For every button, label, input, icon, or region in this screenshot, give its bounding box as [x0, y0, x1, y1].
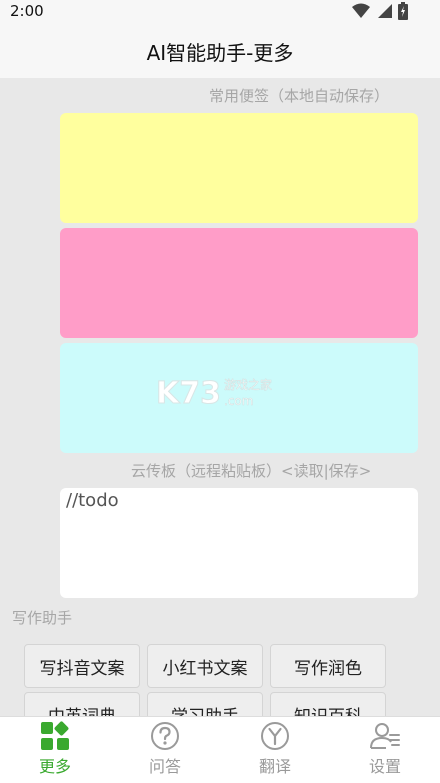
bottom-nav: 更多 问答 翻译 设置	[0, 716, 440, 783]
nav-label-more: 更多	[38, 757, 71, 776]
wifi-icon	[352, 3, 370, 18]
question-circle-icon	[151, 722, 179, 750]
grid-icon	[41, 721, 69, 750]
nav-label-settings: 设置	[368, 757, 401, 776]
cloud-close-bracket: >	[358, 462, 372, 480]
douyin-copy-button[interactable]: 写抖音文案	[24, 644, 140, 688]
cloud-open-bracket: <	[281, 462, 294, 480]
polish-writing-button[interactable]: 写作润色	[270, 644, 386, 688]
cloud-read-link[interactable]: 读取	[294, 462, 324, 480]
xiaohongshu-copy-button[interactable]: 小红书文案	[147, 644, 263, 688]
status-time: 2:00	[10, 2, 44, 20]
writing-caption: 写作助手	[12, 609, 73, 627]
note-yellow[interactable]	[60, 113, 418, 223]
status-icons	[352, 2, 408, 20]
translate-icon	[261, 722, 289, 750]
cloud-caption-row: 云传板（远程粘贴板）<读取|保存>	[131, 460, 371, 481]
nav-item-qa[interactable]: 问答	[110, 717, 220, 783]
page-title: AI智能助手-更多	[146, 40, 294, 65]
cloud-caption: 云传板（远程粘贴板）	[131, 462, 282, 480]
cellular-signal-icon	[378, 4, 392, 18]
nav-item-more[interactable]: 更多	[0, 717, 110, 783]
battery-icon	[398, 2, 408, 20]
cloud-clipboard-input[interactable]: //todo	[60, 488, 418, 598]
note-pink[interactable]	[60, 228, 418, 338]
app-bar: AI智能助手-更多	[0, 24, 440, 78]
note-cyan[interactable]	[60, 343, 418, 453]
nav-label-translate: 翻译	[258, 757, 291, 776]
nav-label-qa: 问答	[148, 757, 181, 776]
nav-item-translate[interactable]: 翻译	[220, 717, 330, 783]
status-bar: 2:00	[0, 0, 440, 24]
notes-caption: 常用便签（本地自动保存）	[209, 87, 390, 105]
user-settings-icon	[370, 723, 400, 749]
nav-item-settings[interactable]: 设置	[330, 717, 440, 783]
cloud-save-link[interactable]: 保存	[329, 462, 359, 480]
